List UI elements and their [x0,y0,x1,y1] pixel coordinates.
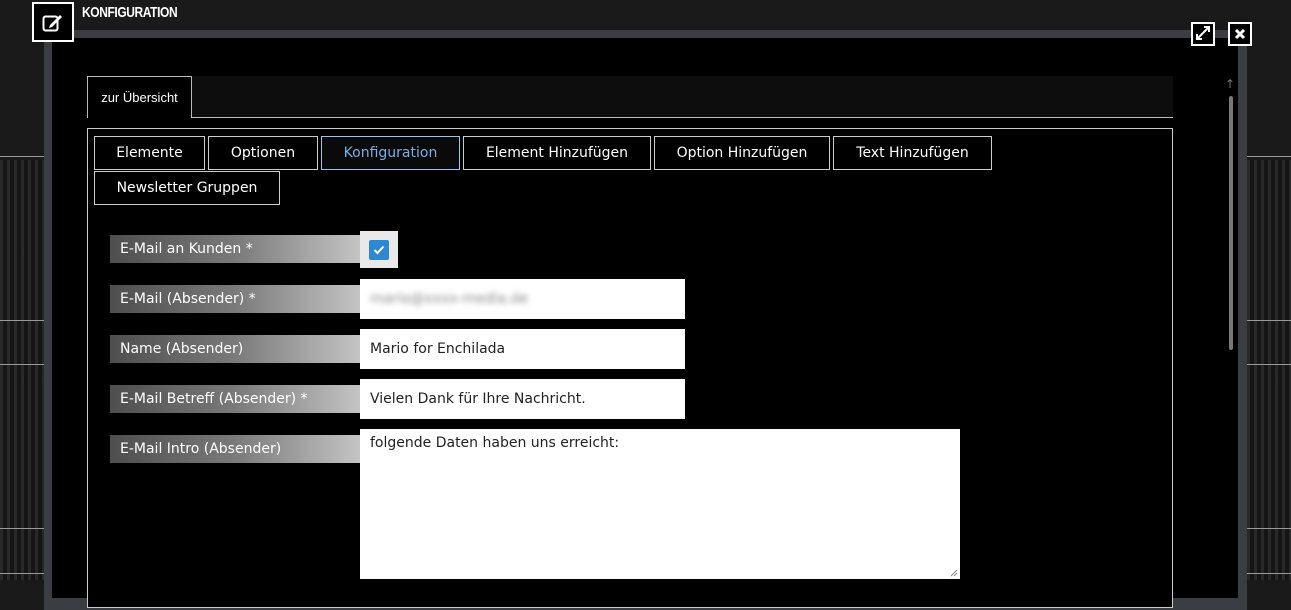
email-sender-input[interactable]: mario@xxxx-media.de [360,279,685,319]
close-button[interactable] [1228,22,1252,46]
edit-icon [32,2,74,42]
email-sender-label: E-Mail (Absender) * [110,285,360,313]
subject-sender-label: E-Mail Betreff (Absender) * [110,385,360,413]
tab-text-hinzufuegen[interactable]: Text Hinzufügen [833,136,992,170]
name-sender-label: Name (Absender) [110,335,360,363]
background-left [0,160,44,580]
window-title: KONFIGURATION [82,4,178,21]
expand-icon [1196,25,1210,44]
email-sender-value: mario@xxxx-media.de [370,291,529,307]
check-icon [373,245,385,254]
checkbox-checked [369,239,389,260]
tab-element-hinzufuegen[interactable]: Element Hinzufügen [463,136,651,170]
maximize-button[interactable] [1191,22,1215,46]
tab-option-hinzufuegen[interactable]: Option Hinzufügen [654,136,830,170]
close-icon [1234,25,1246,44]
name-sender-input[interactable]: Mario for Enchilada [360,329,685,369]
overview-tab[interactable]: zur Übersicht [87,76,192,118]
tab-konfiguration[interactable]: Konfiguration [321,136,460,170]
tab-newsletter-gruppen[interactable]: Newsletter Gruppen [94,171,280,205]
resize-grip-icon[interactable] [950,569,958,577]
scroll-up-icon[interactable]: ↑ [1225,78,1235,90]
tab-optionen[interactable]: Optionen [208,136,318,170]
subject-sender-input[interactable]: Vielen Dank für Ihre Nachricht. [360,379,685,419]
scrollbar-thumb[interactable] [1229,96,1233,350]
intro-sender-label: E-Mail Intro (Absender) [110,435,360,463]
intro-sender-textarea[interactable]: folgende Daten haben uns erreicht: [360,429,960,579]
email-customers-label: E-Mail an Kunden * [110,235,360,263]
intro-sender-value: folgende Daten haben uns erreicht: [370,435,620,451]
background-right [1247,160,1291,580]
tab-elemente[interactable]: Elemente [94,136,205,170]
top-tab-bar [87,76,1173,118]
email-customers-checkbox[interactable] [360,231,398,268]
